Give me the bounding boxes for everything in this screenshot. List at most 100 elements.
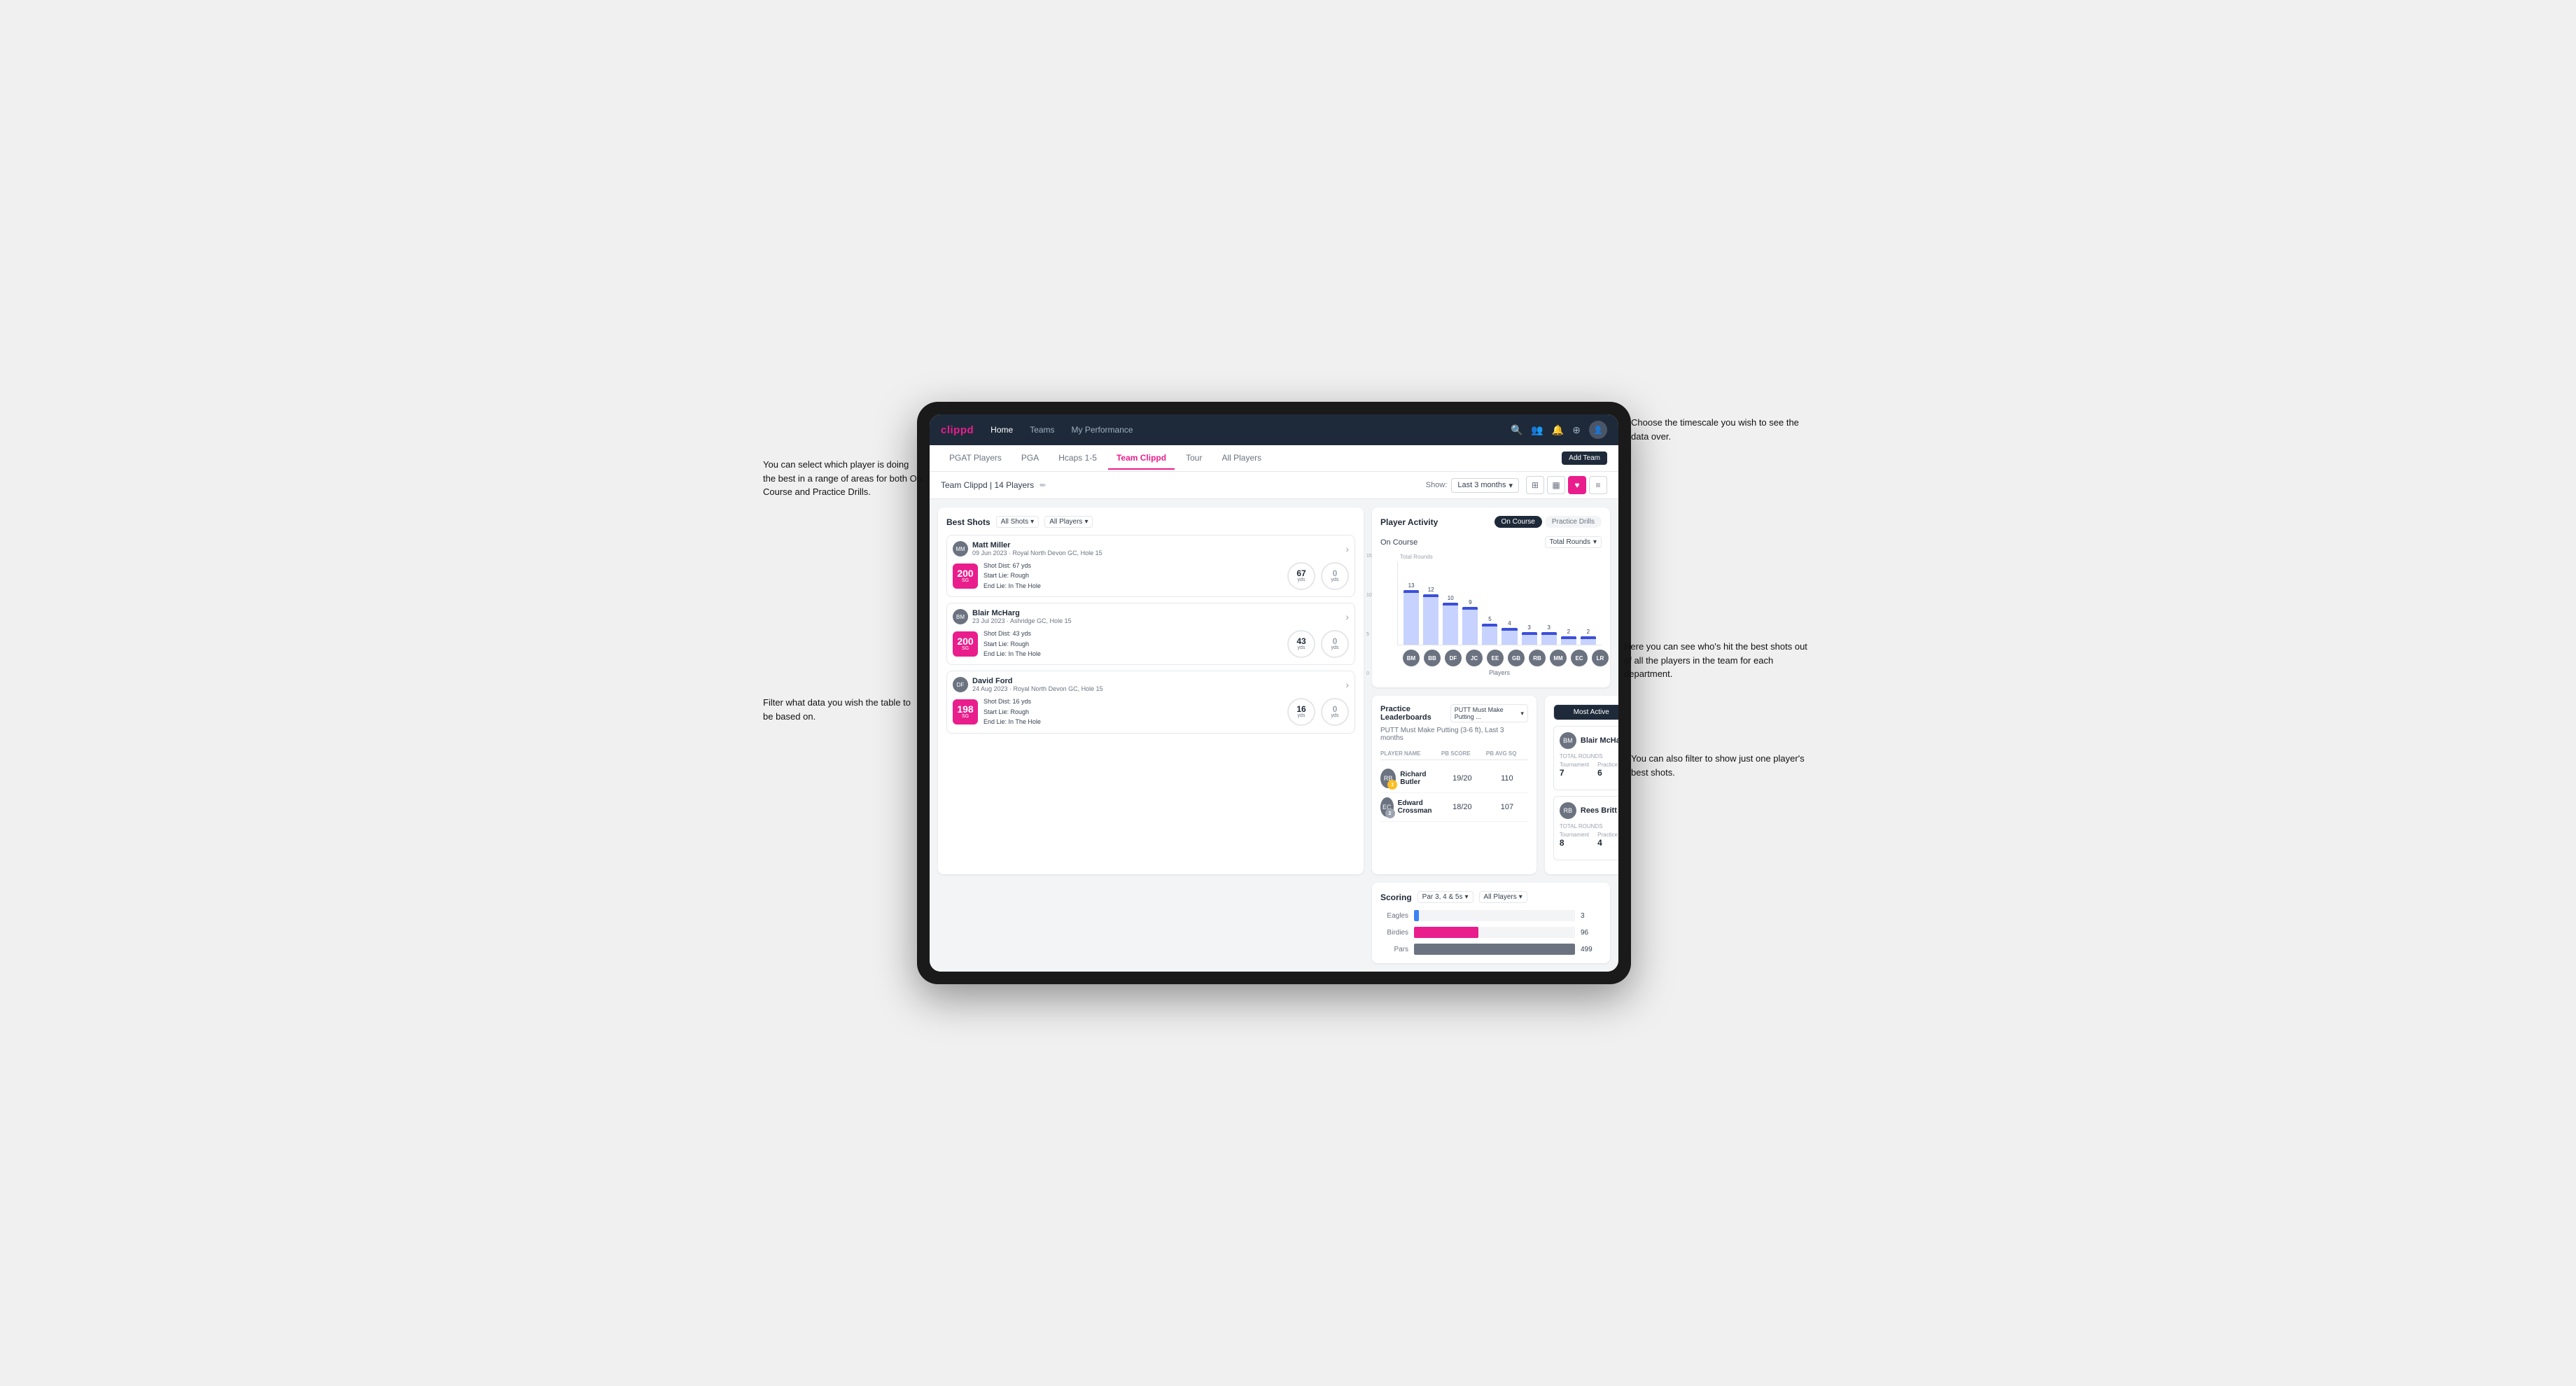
bar[interactable]: [1581, 636, 1596, 645]
users-icon[interactable]: 👥: [1531, 424, 1543, 436]
bar[interactable]: [1541, 632, 1557, 645]
player-avatar[interactable]: BM: [1403, 650, 1420, 666]
chevron-down-icon: ▾: [1593, 538, 1597, 546]
player-avatar[interactable]: MM: [1550, 650, 1567, 666]
view-grid-button[interactable]: ⊞: [1526, 476, 1544, 494]
scoring-bar: [1414, 944, 1575, 955]
bar[interactable]: [1423, 594, 1438, 645]
tournament-label: Tournament: [1560, 832, 1589, 838]
shot-item[interactable]: DF David Ford 24 Aug 2023 · Royal North …: [946, 671, 1355, 733]
rounds-values: Tournament 8 Practice 4: [1560, 832, 1618, 848]
bar-highlight: [1541, 632, 1557, 635]
bar[interactable]: [1404, 590, 1419, 645]
player-avatar[interactable]: EE: [1487, 650, 1504, 666]
shot-player-info: Blair McHarg 23 Jul 2023 · Ashridge GC, …: [972, 609, 1341, 624]
bell-icon[interactable]: 🔔: [1552, 424, 1564, 436]
practice-label: Practice: [1597, 762, 1618, 768]
shot-info-line: End Lie: In The Hole: [983, 717, 1282, 727]
player-avatar[interactable]: EC: [1571, 650, 1588, 666]
stat-circle-dist: 16 yds: [1287, 698, 1315, 726]
bar[interactable]: [1522, 632, 1537, 645]
stat-unit-zero: yds: [1331, 578, 1339, 582]
player-avatar[interactable]: GB: [1508, 650, 1525, 666]
shot-info-line: End Lie: In The Hole: [983, 581, 1282, 591]
player-avatar-wrap: EE: [1487, 650, 1504, 666]
chart-sub-title: On Course: [1380, 538, 1418, 547]
view-list-button[interactable]: ≡: [1589, 476, 1607, 494]
avatar[interactable]: 👤: [1589, 421, 1607, 439]
bar-value-label: 3: [1527, 624, 1530, 631]
nav-logo: clippd: [941, 424, 974, 436]
tab-all-players[interactable]: All Players: [1213, 447, 1270, 470]
y-axis-labels: 15 10 5 0: [1366, 554, 1372, 676]
bar-highlight: [1404, 590, 1419, 593]
chevron-down-icon: ▾: [1030, 518, 1034, 526]
tab-hcaps[interactable]: Hcaps 1-5: [1050, 447, 1105, 470]
add-icon[interactable]: ⊕: [1572, 424, 1581, 436]
view-heart-button[interactable]: ♥: [1568, 476, 1586, 494]
shot-player-header: BM Blair McHarg 23 Jul 2023 · Ashridge G…: [953, 609, 1349, 624]
practice-row[interactable]: RB 1 Richard Butler 19/20 110: [1380, 764, 1528, 793]
activity-stats-row: Total Rounds Tournament 8 Practice 4 Tot…: [1560, 823, 1618, 854]
practice-filter[interactable]: PUTT Must Make Putting ... ▾: [1450, 704, 1528, 722]
stat-circle-zero: 0 yds: [1321, 630, 1349, 658]
tab-tour[interactable]: Tour: [1177, 447, 1210, 470]
bar-value-label: 5: [1488, 616, 1491, 622]
nav-link-home[interactable]: Home: [988, 424, 1016, 436]
bar[interactable]: [1462, 607, 1478, 645]
chart-filter-dropdown[interactable]: Total Rounds ▾: [1545, 536, 1602, 548]
nav-link-my-performance[interactable]: My Performance: [1069, 424, 1136, 436]
activity-items: BM Blair McHarg 26 Aug 2023 Total Rounds…: [1553, 726, 1618, 860]
tab-team-clippd[interactable]: Team Clippd: [1108, 447, 1175, 470]
par-filter[interactable]: Par 3, 4 & 5s ▾: [1418, 891, 1474, 903]
player-avatar-wrap: DF: [1445, 650, 1462, 666]
chevron-right-icon: ›: [1345, 611, 1349, 622]
sub-nav: PGAT Players PGA Hcaps 1-5 Team Clippd T…: [930, 445, 1618, 472]
player-avatar[interactable]: JC: [1466, 650, 1483, 666]
y-label-15: 15: [1366, 554, 1372, 559]
rounds-values: Tournament 7 Practice 6: [1560, 762, 1618, 778]
shot-item[interactable]: BM Blair McHarg 23 Jul 2023 · Ashridge G…: [946, 603, 1355, 665]
bar[interactable]: [1502, 628, 1517, 645]
practice-subtitle: PUTT Must Make Putting (3-6 ft), Last 3 …: [1380, 727, 1528, 742]
bar[interactable]: [1482, 624, 1497, 645]
bar-wrapper: 4: [1502, 620, 1517, 645]
scoring-row-count: 3: [1581, 912, 1602, 920]
bar-wrapper: 10: [1443, 595, 1458, 645]
player-avatar[interactable]: DF: [1445, 650, 1462, 666]
shot-info-line: Start Lie: Rough: [983, 639, 1282, 649]
toggle-on-course[interactable]: On Course: [1494, 516, 1542, 528]
practice-title: Practice Leaderboards: [1380, 705, 1450, 722]
most-active-button[interactable]: Most Active: [1554, 705, 1618, 720]
add-team-button[interactable]: Add Team: [1562, 451, 1607, 465]
shot-item[interactable]: MM Matt Miller 09 Jun 2023 · Royal North…: [946, 535, 1355, 597]
show-dropdown[interactable]: Last 3 months ▾: [1451, 478, 1519, 493]
shot-info-line: Start Lie: Rough: [983, 570, 1282, 580]
scoring-bar: [1414, 910, 1419, 921]
shot-info-line: End Lie: In The Hole: [983, 649, 1282, 659]
edit-icon[interactable]: ✏: [1040, 481, 1046, 490]
view-grid2-button[interactable]: ▦: [1547, 476, 1565, 494]
bar-highlight: [1522, 632, 1537, 635]
toggle-practice[interactable]: Practice Drills: [1545, 516, 1602, 528]
all-shots-dropdown[interactable]: All Shots ▾: [996, 516, 1040, 528]
practice-row[interactable]: EC 2 Edward Crossman 18/20 107: [1380, 793, 1528, 822]
scoring-row-label: Birdies: [1380, 929, 1408, 937]
tab-pga[interactable]: PGA: [1013, 447, 1047, 470]
search-icon[interactable]: 🔍: [1511, 424, 1522, 436]
all-players-label: All Players: [1049, 518, 1082, 526]
player-avatar[interactable]: RB: [1529, 650, 1546, 666]
bar-wrapper: 3: [1541, 624, 1557, 645]
scoring-players-filter[interactable]: All Players ▾: [1479, 891, 1527, 903]
player-avatar[interactable]: LR: [1592, 650, 1609, 666]
nav-link-teams[interactable]: Teams: [1027, 424, 1057, 436]
practice-player-name: Edward Crossman: [1398, 799, 1438, 815]
bar-chart: 1312109543322: [1397, 561, 1602, 645]
tab-pgat-players[interactable]: PGAT Players: [941, 447, 1010, 470]
all-players-dropdown[interactable]: All Players ▾: [1044, 516, 1093, 528]
bar[interactable]: [1561, 636, 1576, 645]
stat-unit: yds: [1298, 645, 1306, 650]
player-avatar[interactable]: BB: [1424, 650, 1441, 666]
bar[interactable]: [1443, 603, 1458, 645]
tournament-col: Tournament 8: [1560, 832, 1589, 848]
